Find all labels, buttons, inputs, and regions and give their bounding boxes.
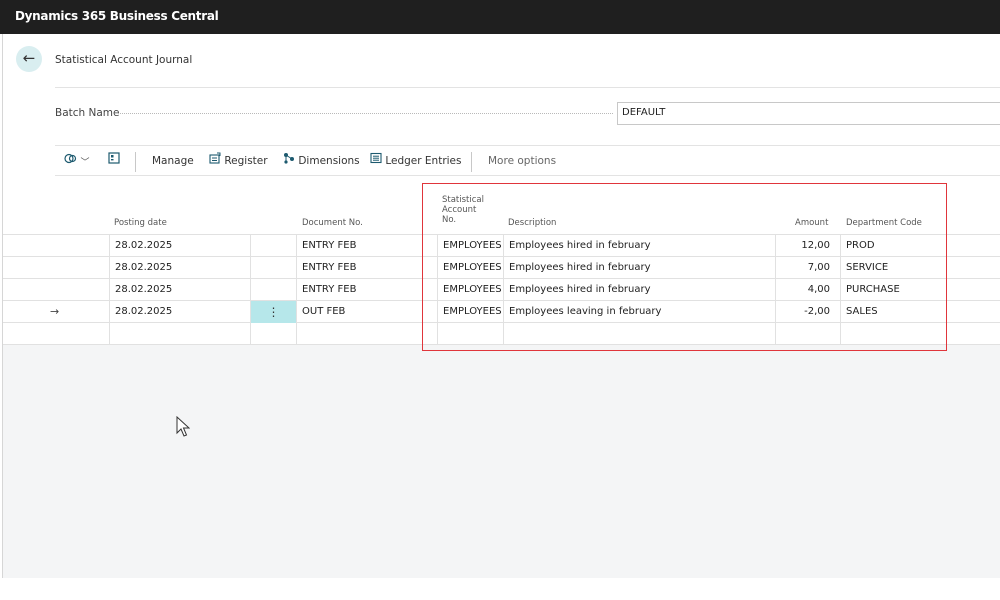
current-row-arrow-icon: →	[50, 305, 60, 318]
dimensions-label: Dimensions	[298, 155, 360, 167]
dimensions-button[interactable]: Dimensions	[283, 152, 360, 172]
manage-menu[interactable]: Manage	[152, 152, 194, 172]
highlight-box	[422, 183, 947, 351]
batch-name-leader	[118, 113, 613, 114]
batch-divider	[55, 145, 1000, 146]
batch-name-field[interactable]: DEFAULT	[617, 102, 1000, 125]
mouse-pointer-icon	[176, 415, 191, 441]
copilot-icon	[64, 153, 81, 168]
toolbar-divider	[471, 152, 472, 172]
page-title: Statistical Account Journal	[55, 54, 193, 66]
column-divider	[250, 234, 251, 344]
toolbar-divider	[135, 152, 136, 172]
cell-document-no[interactable]: ENTRY FEB	[302, 279, 432, 301]
cell-posting-date[interactable]: 28.02.2025	[115, 257, 245, 279]
cell-document-no[interactable]: ENTRY FEB	[302, 257, 432, 279]
bottom-strip	[0, 578, 1000, 600]
edit-list-icon	[108, 152, 120, 167]
dimensions-icon	[283, 153, 298, 167]
row-actions-menu-button[interactable]: ⋮	[251, 301, 296, 323]
register-button[interactable]: Register	[209, 152, 268, 172]
edit-list-button[interactable]	[108, 152, 120, 172]
column-divider	[109, 234, 110, 344]
copilot-button[interactable]: ﹀	[64, 152, 90, 172]
toolbar-divider-line	[55, 175, 1000, 176]
header-document-no[interactable]: Document No.	[302, 218, 363, 228]
chevron-down-icon: ﹀	[80, 158, 90, 168]
cell-document-no[interactable]: OUT FEB	[302, 301, 432, 323]
register-label: Register	[224, 155, 268, 167]
cell-posting-date[interactable]: 28.02.2025	[115, 301, 245, 323]
new-row-cell[interactable]	[115, 323, 245, 345]
empty-grid-area	[3, 345, 1000, 578]
register-icon	[209, 152, 224, 167]
header-divider	[55, 87, 1000, 88]
app-title[interactable]: Dynamics 365 Business Central	[15, 9, 219, 23]
cell-document-no[interactable]: ENTRY FEB	[302, 235, 432, 257]
cell-posting-date[interactable]: 28.02.2025	[115, 235, 245, 257]
more-options-button[interactable]: More options	[488, 152, 556, 172]
cell-posting-date[interactable]: 28.02.2025	[115, 279, 245, 301]
header-posting-date[interactable]: Posting date	[114, 218, 167, 228]
top-bar: Dynamics 365 Business Central	[0, 0, 1000, 34]
column-divider	[296, 234, 297, 344]
back-button[interactable]: ←	[16, 46, 42, 72]
batch-name-label: Batch Name	[55, 107, 120, 119]
ledger-entries-button[interactable]: Ledger Entries	[370, 152, 461, 172]
ledger-entries-icon	[370, 152, 385, 167]
back-arrow-icon: ←	[22, 49, 36, 67]
ledger-entries-label: Ledger Entries	[385, 155, 462, 167]
